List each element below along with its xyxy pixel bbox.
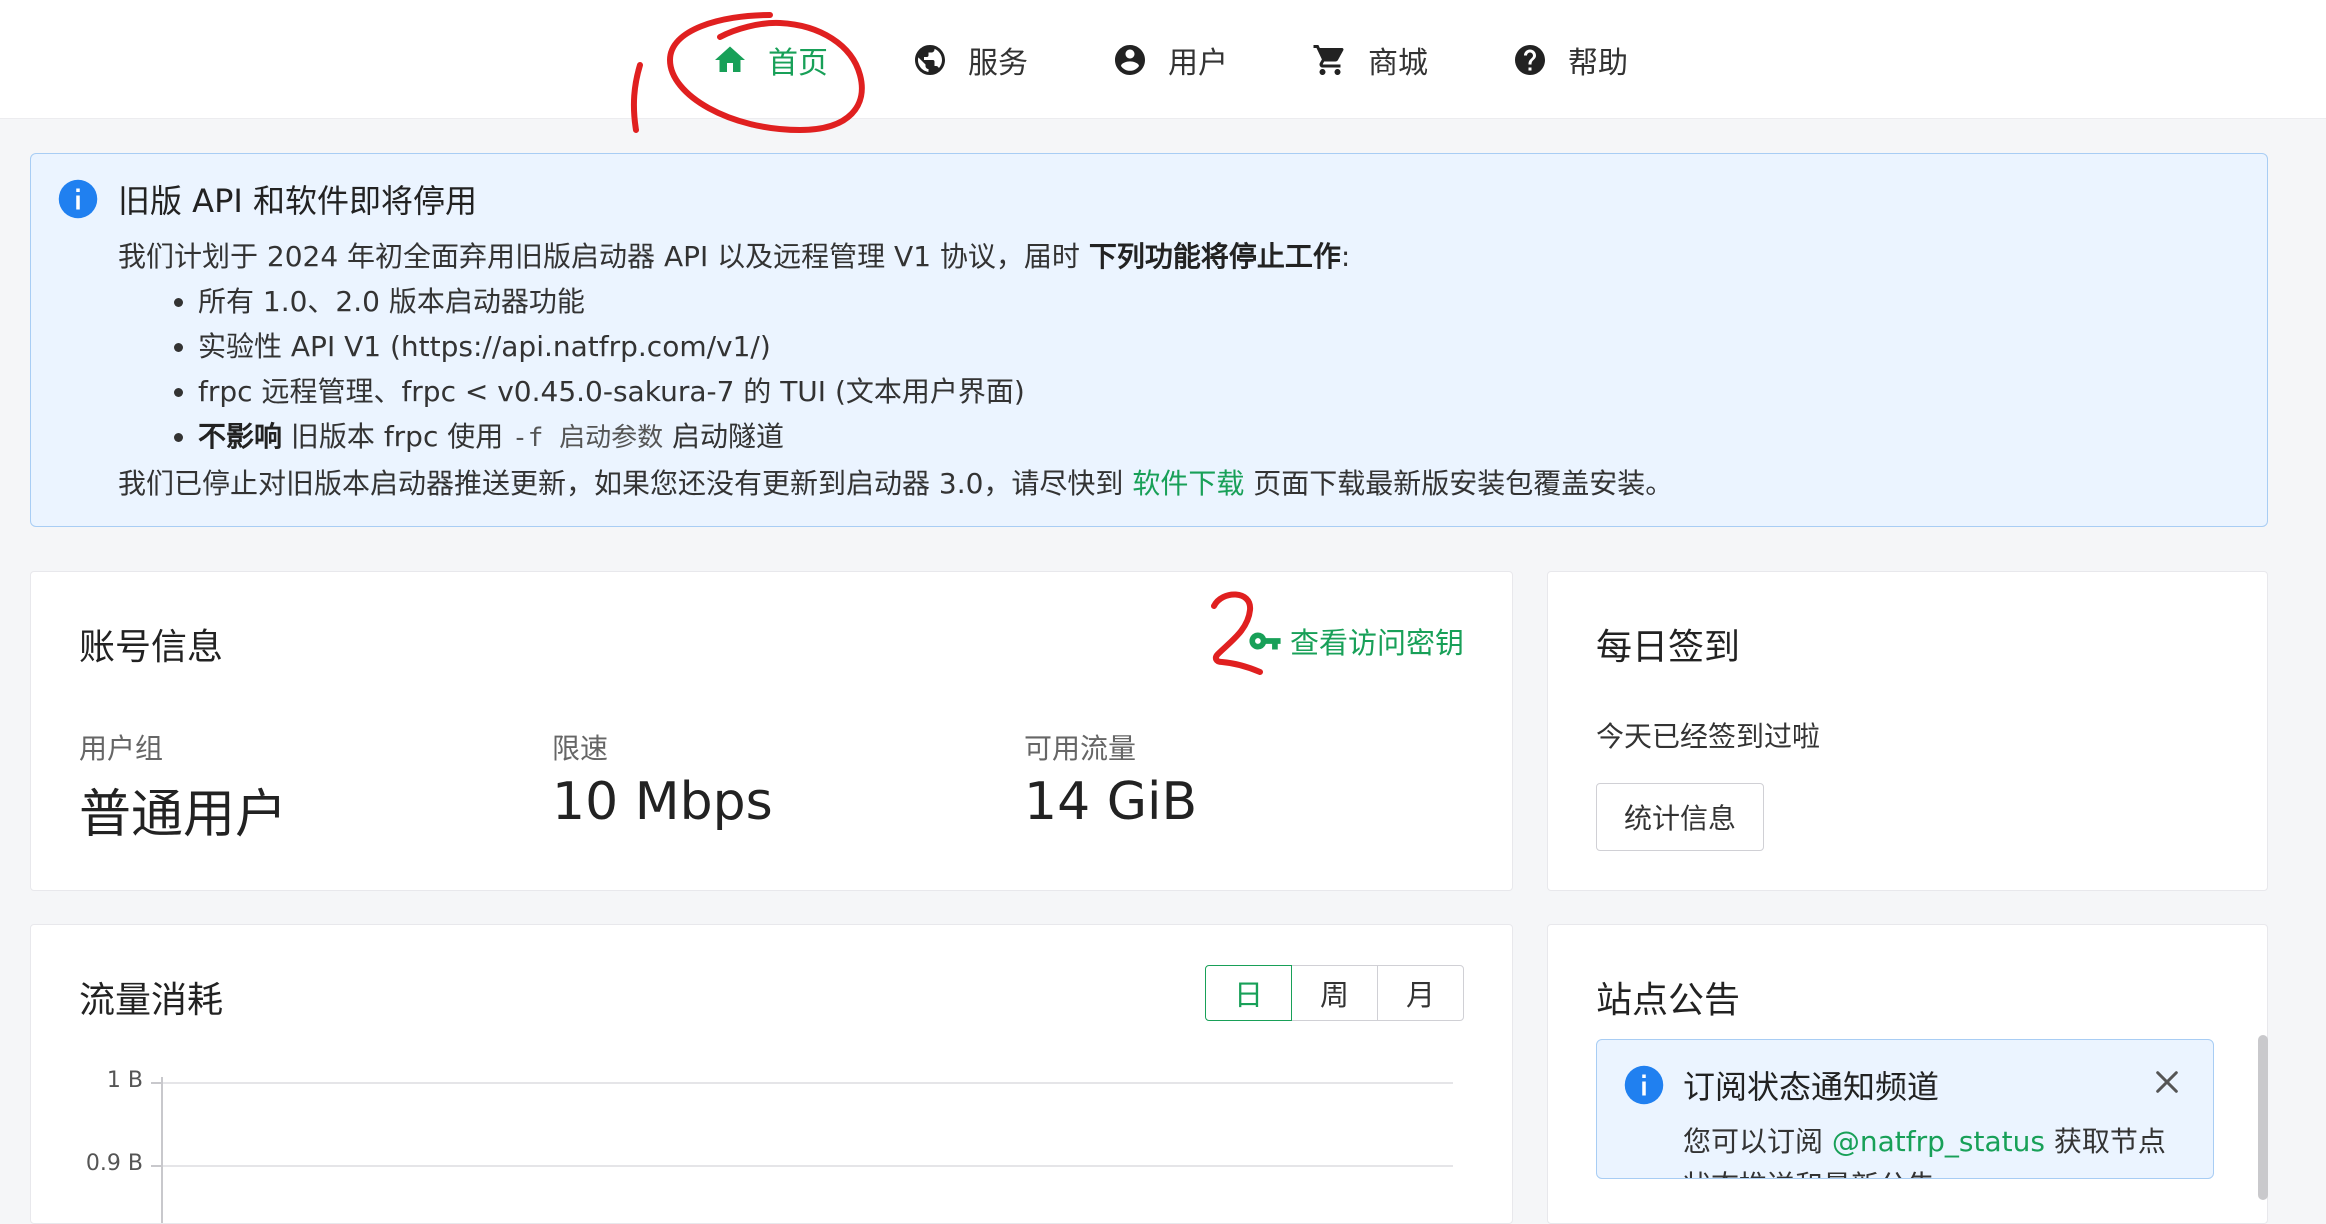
help-icon — [1512, 42, 1548, 78]
user-circle-icon — [1112, 42, 1148, 78]
stat-label-speed-limit: 限速 — [552, 732, 609, 765]
notice-title: 订阅状态通知频道 — [1683, 1068, 1940, 1106]
announcements-scrollbar[interactable] — [2258, 1035, 2268, 1200]
nav-item-label: 首页 — [768, 46, 828, 81]
alert-intro-text: 我们计划于 2024 年初全面弃用旧版启动器 API 以及远程管理 V1 协议，… — [118, 240, 1089, 273]
statistics-button[interactable]: 统计信息 — [1596, 783, 1764, 851]
alert-outro-suffix: 页面下载最新版安装包覆盖安装。 — [1244, 467, 1674, 500]
daily-checkin-card: 每日签到 今天已经签到过啦 统计信息 — [1547, 571, 2268, 891]
alert-bullet: frpc 远程管理、frpc < v0.45.0-sakura-7 的 TUI … — [198, 369, 1673, 414]
stat-value-user-group: 普通用户 — [79, 785, 288, 845]
cart-icon — [1312, 42, 1348, 78]
alert-outro: 我们已停止对旧版本启动器推送更新，如果您还没有更新到启动器 3.0，请尽快到 软… — [118, 461, 1673, 506]
key-icon — [1248, 624, 1282, 658]
globe-icon — [912, 42, 948, 78]
notice-body: 您可以订阅 @natfrp_status 获取节点状态推送和最新公告 — [1683, 1120, 2193, 1178]
nav-item-home[interactable]: 首页 — [712, 30, 828, 90]
alert-body: 我们计划于 2024 年初全面弃用旧版启动器 API 以及远程管理 V1 协议，… — [118, 234, 1673, 506]
nav-item-shop[interactable]: 商城 — [1312, 30, 1428, 90]
alert-bullet: 所有 1.0、2.0 版本启动器功能 — [198, 279, 1673, 324]
stat-label-available-traffic: 可用流量 — [1024, 732, 1137, 765]
alert-bullet-text: 旧版本 frpc 使用 — [282, 420, 513, 453]
alert-intro: 我们计划于 2024 年初全面弃用旧版启动器 API 以及远程管理 V1 协议，… — [118, 234, 1673, 279]
alert-bullet-code: -f 启动参数 — [512, 423, 664, 453]
nav-item-label: 帮助 — [1568, 46, 1628, 81]
chart-y-tick-label: 0.9 B — [85, 1151, 143, 1176]
nav-item-help[interactable]: 帮助 — [1512, 30, 1628, 90]
alert-bullet-text: 启动隧道 — [663, 420, 785, 453]
site-announcements-card: 站点公告 订阅状态通知频道 您可以订阅 @natfrp_status 获取节点状… — [1547, 924, 2268, 1224]
nav-item-label: 商城 — [1368, 46, 1428, 81]
nav-item-label: 用户 — [1168, 46, 1228, 81]
top-nav-bar: 首页 服务 用户 商城 帮助 — [0, 0, 2326, 119]
alert-title: 旧版 API 和软件即将停用 — [118, 182, 477, 220]
view-access-key-link[interactable]: 查看访问密钥 — [1248, 620, 1464, 662]
alert-bullet: 实验性 API V1 (https://api.natfrp.com/v1/) — [198, 324, 1673, 369]
traffic-usage-card: 流量消耗 日 周 月 1 B 0.9 B — [30, 924, 1513, 1224]
tab-day[interactable]: 日 — [1205, 965, 1292, 1021]
account-info-card: 账号信息 查看访问密钥 用户组 普通用户 限速 10 Mbps 可用流量 14 … — [30, 571, 1513, 891]
site-announcements-title: 站点公告 — [1596, 980, 1741, 1021]
info-icon — [1623, 1064, 1665, 1106]
alert-intro-suffix: : — [1340, 240, 1351, 273]
stat-value-available-traffic: 14 GiB — [1024, 772, 1198, 832]
view-access-key-label: 查看访问密钥 — [1289, 626, 1464, 660]
alert-outro-text: 我们已停止对旧版本启动器推送更新，如果您还没有更新到启动器 3.0，请尽快到 — [118, 467, 1133, 500]
stat-value-speed-limit: 10 Mbps — [552, 772, 773, 832]
nav-item-services[interactable]: 服务 — [912, 30, 1028, 90]
nav-item-user[interactable]: 用户 — [1112, 30, 1228, 90]
nav-item-label: 服务 — [968, 46, 1028, 81]
notice-text: 您可以订阅 — [1683, 1125, 1832, 1158]
alert-bullet-bold: 不影响 — [198, 420, 283, 453]
info-icon — [57, 178, 99, 220]
alert-intro-bold: 下列功能将停止工作 — [1088, 240, 1341, 273]
stat-label-user-group: 用户组 — [79, 732, 164, 765]
alert-bullet: 不影响 旧版本 frpc 使用 -f 启动参数 启动隧道 — [198, 414, 1673, 461]
checkin-status: 今天已经签到过啦 — [1596, 720, 1821, 753]
daily-checkin-title: 每日签到 — [1596, 627, 1741, 668]
home-icon — [712, 42, 748, 78]
account-info-title: 账号信息 — [79, 627, 224, 668]
close-icon[interactable] — [2151, 1066, 2183, 1098]
alert-bullet-list: 所有 1.0、2.0 版本启动器功能 实验性 API V1 (https://a… — [118, 279, 1673, 461]
subscription-notice: 订阅状态通知频道 您可以订阅 @natfrp_status 获取节点状态推送和最… — [1596, 1039, 2214, 1179]
software-download-link[interactable]: 软件下载 — [1132, 467, 1244, 500]
deprecation-alert: 旧版 API 和软件即将停用 我们计划于 2024 年初全面弃用旧版启动器 AP… — [30, 153, 2268, 527]
natfrp-status-link[interactable]: @natfrp_status — [1832, 1125, 2045, 1158]
chart-y-tick-label: 1 B — [106, 1068, 143, 1093]
